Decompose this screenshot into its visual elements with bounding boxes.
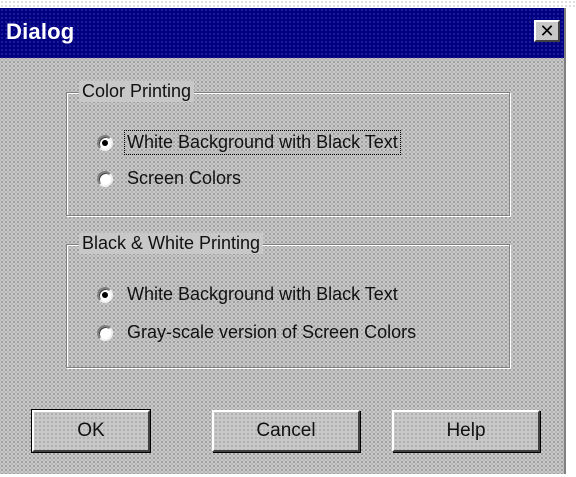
cancel-button-label: Cancel bbox=[256, 420, 316, 441]
title-bar[interactable]: Dialog ✕ bbox=[0, 8, 564, 58]
radio-button-icon[interactable] bbox=[97, 286, 113, 303]
radio-label[interactable]: Screen Colors bbox=[125, 167, 243, 190]
ok-button[interactable]: OK bbox=[31, 409, 151, 453]
color-printing-group: Color Printing White Background with Bla… bbox=[66, 81, 510, 216]
radio-color-screen-colors[interactable]: Screen Colors bbox=[97, 167, 243, 190]
desktop-strip bbox=[0, 0, 576, 8]
cancel-button[interactable]: Cancel bbox=[212, 410, 360, 452]
radio-label[interactable]: White Background with Black Text bbox=[125, 283, 400, 306]
radio-selected-dot bbox=[102, 291, 108, 298]
radio-bw-grayscale[interactable]: Gray-scale version of Screen Colors bbox=[97, 321, 418, 344]
radio-color-white-background[interactable]: White Background with Black Text bbox=[97, 130, 401, 155]
radio-bw-white-background[interactable]: White Background with Black Text bbox=[97, 283, 400, 306]
close-icon: ✕ bbox=[539, 21, 555, 41]
ok-button-label: OK bbox=[77, 420, 105, 441]
radio-selected-dot bbox=[102, 139, 108, 146]
close-button[interactable]: ✕ bbox=[534, 20, 560, 42]
color-printing-label: Color Printing bbox=[79, 81, 195, 102]
radio-button-icon[interactable] bbox=[97, 170, 113, 187]
bw-printing-group: Black & White Printing White Background … bbox=[66, 233, 510, 368]
radio-button-icon[interactable] bbox=[97, 134, 113, 151]
radio-button-icon[interactable] bbox=[97, 324, 113, 341]
dialog-window: Dialog ✕ Color Printing White Background… bbox=[0, 8, 566, 474]
bw-printing-label: Black & White Printing bbox=[79, 233, 264, 254]
radio-label[interactable]: Gray-scale version of Screen Colors bbox=[125, 321, 418, 344]
help-button[interactable]: Help bbox=[392, 410, 540, 452]
radio-label[interactable]: White Background with Black Text bbox=[124, 130, 401, 155]
window-title: Dialog bbox=[6, 19, 75, 44]
help-button-label: Help bbox=[446, 420, 486, 441]
